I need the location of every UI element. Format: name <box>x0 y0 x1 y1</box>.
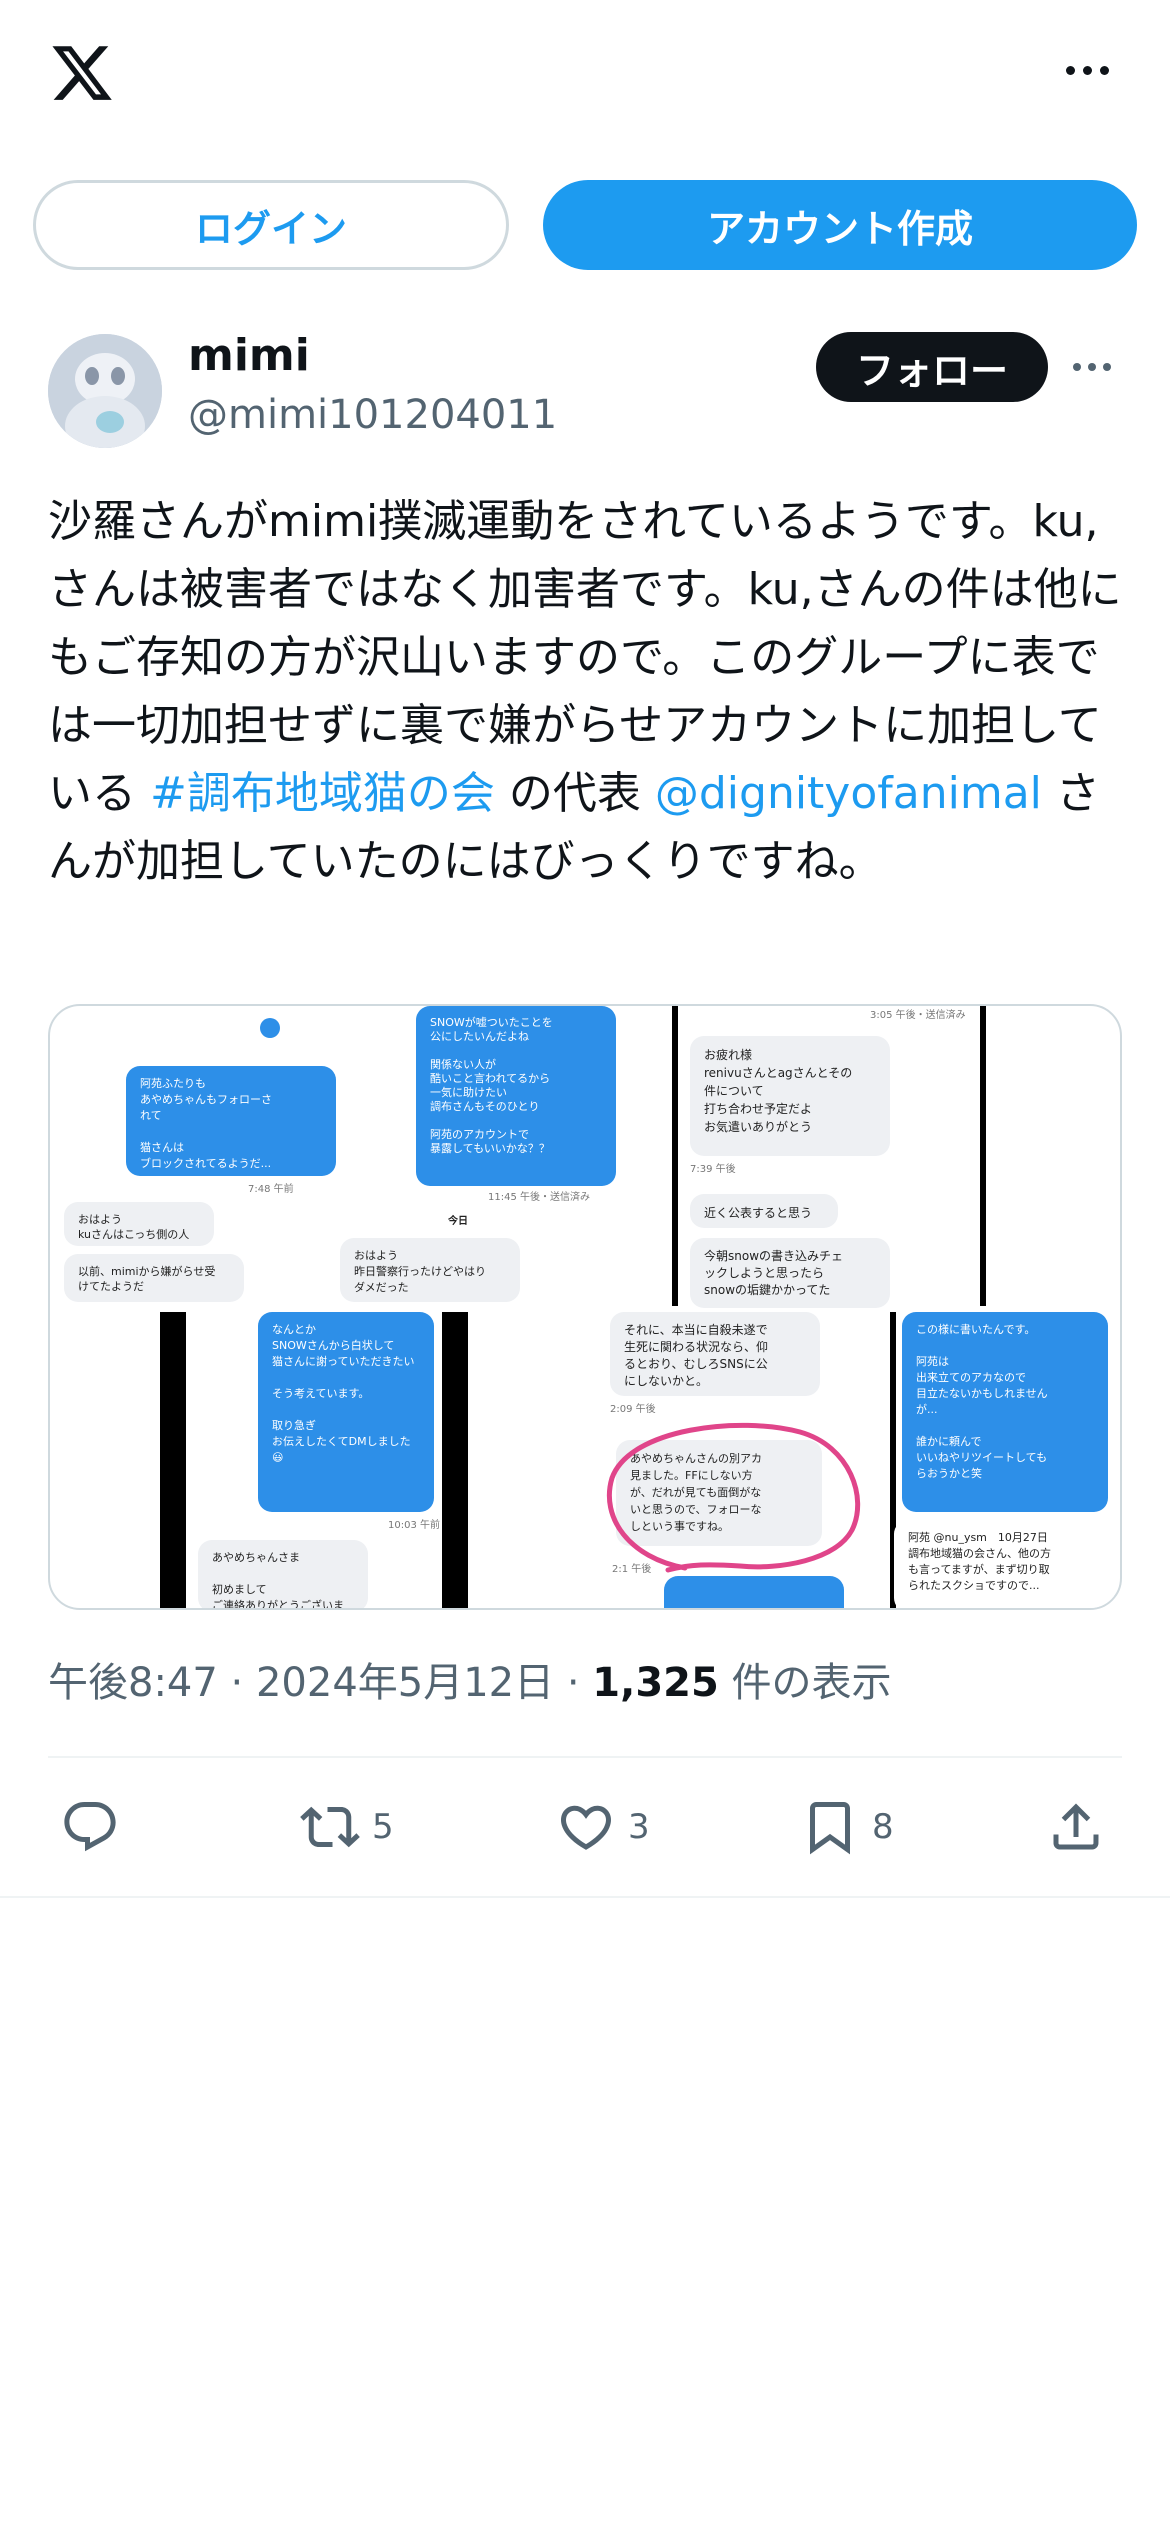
chat-bubble: 近く公表すると思う <box>690 1194 838 1228</box>
retweet-count: 5 <box>372 1807 394 1847</box>
mention-link[interactable]: @dignityofanimal <box>655 768 1042 819</box>
chat-time: 11:45 午後・送信済み <box>488 1192 590 1203</box>
chat-time: 7:39 午後 <box>690 1164 736 1175</box>
author-name[interactable]: mimi <box>188 330 310 381</box>
post-date[interactable]: 2024年5月12日 <box>256 1660 554 1706</box>
like-button[interactable]: 3 <box>556 1792 650 1862</box>
chat-bubble: おはよう 昨日警察行ったけどやはり ダメだった <box>340 1238 520 1302</box>
quoted-post: 阿苑 @nu_ysm 10月27日 調布地域猫の会さん、他の方 も言ってますが、… <box>894 1520 1114 1608</box>
retweet-button[interactable]: 5 <box>300 1792 394 1862</box>
login-button[interactable]: ログイン <box>33 180 509 270</box>
avatar[interactable] <box>48 334 162 448</box>
chat-time: 10:03 午前 <box>388 1520 440 1531</box>
divider <box>0 1896 1170 1898</box>
create-account-button[interactable]: アカウント作成 <box>543 180 1137 270</box>
highlight-circle <box>606 1422 861 1573</box>
retweet-icon <box>300 1806 360 1848</box>
chat-bubble: あやめちゃんさま 初めまして ご連絡ありがとうございま <box>198 1540 368 1608</box>
chat-bubble: おはよう kuさんはこっち側の人 <box>64 1202 214 1246</box>
separator: · <box>217 1660 256 1706</box>
post-meta: 午後8:47 · 2024年5月12日 · 1,325 件の表示 <box>48 1650 892 1708</box>
post-text: 沙羅さんがmimi撲滅運動をされているようです。ku,さんは被害者ではなく加害者… <box>48 488 1122 896</box>
chat-bubble: この様に書いたんです。 阿苑は 出来立てのアカなので 目立たないかもしれません … <box>902 1312 1108 1512</box>
chat-avatar <box>260 1018 280 1038</box>
heart-icon <box>560 1805 612 1850</box>
bookmark-count: 8 <box>872 1807 894 1847</box>
author-handle[interactable]: @mimi101204011 <box>188 392 557 438</box>
chat-bubble-partial <box>664 1576 844 1608</box>
bookmark-icon <box>810 1802 850 1855</box>
post-time[interactable]: 午後8:47 <box>48 1660 218 1706</box>
reply-button[interactable] <box>60 1792 120 1862</box>
chat-bubble: SNOWが嘘ついたことを 公にしたいんだよね 関係ない人が 酷いこと言われてるか… <box>416 1006 616 1186</box>
post-more-icon[interactable] <box>1073 358 1119 376</box>
reply-icon <box>64 1802 116 1852</box>
divider <box>48 1756 1122 1758</box>
hashtag-link[interactable]: #調布地域猫の会 <box>150 768 495 819</box>
view-label: 件の表示 <box>718 1660 892 1706</box>
x-logo-icon[interactable] <box>48 40 116 106</box>
chat-bubble: 今朝snowの書き込みチェ ックしようと思ったら snowの垢鍵かかってた <box>690 1238 890 1308</box>
chat-bubble: それに、本当に自殺未遂で 生死に関わる状況なら、仰 るとおり、むしろSNSに公 … <box>610 1312 820 1396</box>
chat-bubble: 阿苑ふたりも あやめちゃんもフォローさ れて 猫さんは ブロックされてるようだ.… <box>126 1066 336 1176</box>
post-image[interactable]: 阿苑ふたりも あやめちゃんもフォローさ れて 猫さんは ブロックされてるようだ.… <box>48 1004 1122 1610</box>
chat-date: 今日 <box>448 1216 468 1227</box>
separator: · <box>554 1660 593 1706</box>
more-options-icon[interactable] <box>1062 58 1112 82</box>
chat-time: 3:05 午後・送信済み <box>870 1010 966 1021</box>
follow-button[interactable]: フォロー <box>816 332 1048 402</box>
share-icon <box>1053 1803 1099 1850</box>
chat-bubble: お疲れ様 renivuさんとagさんとその 件について 打ち合わせ予定だよ お気… <box>690 1036 890 1156</box>
chat-bubble: なんとか SNOWさんから白状して 猫さんに謝っていただきたい そう考えています… <box>258 1312 434 1512</box>
view-count: 1,325 <box>592 1660 719 1706</box>
share-button[interactable] <box>1046 1792 1106 1862</box>
chat-time: 7:48 午前 <box>248 1184 294 1195</box>
divider-bar <box>980 1006 986 1306</box>
bookmark-button[interactable]: 8 <box>800 1792 894 1862</box>
divider-bar <box>160 1312 186 1608</box>
divider-bar <box>672 1006 678 1306</box>
like-count: 3 <box>628 1807 650 1847</box>
divider-bar <box>442 1312 468 1608</box>
chat-bubble: 以前、mimiから嫌がらせ受 けてたようだ <box>64 1254 244 1302</box>
post-text-part: の代表 <box>494 768 655 819</box>
